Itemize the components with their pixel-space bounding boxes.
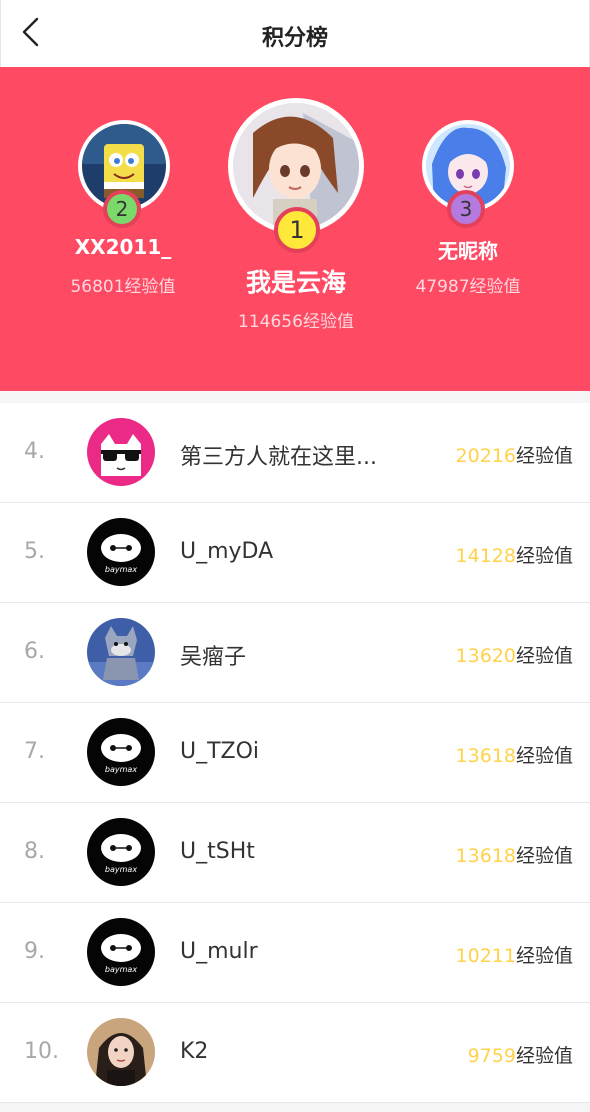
list-item[interactable]: 10. K2 9759经验值 [0,1003,590,1103]
baymax-avatar: baymax [87,818,155,886]
list-item[interactable]: 7. baymax U_TZOi 13618经验值 [0,703,590,803]
user-name: K2 [180,1039,209,1064]
svg-text:baymax: baymax [105,865,137,874]
list-item[interactable]: 5. baymax U_myDA 14128经验值 [0,503,590,603]
score-number: 10211 [455,945,516,967]
score-value: 10211经验值 [456,941,573,968]
score-unit: 经验值 [515,545,573,567]
svg-text:baymax: baymax [105,965,137,974]
rank-badge-2: 2 [103,190,141,228]
score-unit: 经验值 [515,645,573,667]
score-value: 9759经验值 [468,1041,573,1068]
page-title: 积分榜 [261,26,328,51]
rank-number: 8. [24,839,45,864]
score-value: 14128经验值 [456,541,573,568]
score-unit: 经验值 [515,945,573,967]
podium-score-3: 47987经验值 [415,277,521,297]
score-number: 20216 [455,445,516,467]
list-item[interactable]: 8. baymax U_tSHt 13618经验值 [0,803,590,903]
score-unit: 经验值 [515,845,573,867]
score-number: 13618 [455,845,516,867]
svg-text:baymax: baymax [105,765,137,774]
portrait-avatar [87,1018,155,1086]
rank-number: 1 [289,216,305,244]
rank-badge-3: 3 [447,190,485,228]
podium-name-2: XX2011_ [74,235,172,259]
list-item[interactable]: 6. 吴瘤子 13620经验值 [0,603,590,703]
rank-number: 9. [24,939,45,964]
baymax-avatar: baymax [87,718,155,786]
podium-name-1: 我是云海 [245,268,346,297]
user-name: U_TZOi [180,739,260,764]
list-item[interactable]: 9. baymax U_mulr 10211经验值 [0,903,590,1003]
user-name: U_mulr [180,939,258,964]
baymax-avatar: baymax [87,518,155,586]
score-value: 13620经验值 [456,641,573,668]
top-nav-bar: 积分榜 [0,0,590,67]
user-name: U_tSHt [180,839,255,864]
user-name: 第三方人就在这里... [180,445,377,470]
score-unit: 经验值 [515,1045,573,1067]
rank-number: 3 [459,197,473,221]
score-unit: 经验值 [515,745,573,767]
rank-badge-1: 1 [274,207,320,253]
score-value: 13618经验值 [456,841,573,868]
score-value: 13618经验值 [456,741,573,768]
rank-number: 2 [115,197,129,221]
svg-text:baymax: baymax [105,565,137,574]
rank-number: 6. [24,639,45,664]
podium-score-1: 114656经验值 [238,312,354,332]
score-number: 9759 [467,1045,516,1067]
user-name: U_myDA [180,539,274,564]
list-item[interactable]: 4. 第三方人就在这里... 20216经验值 [0,403,590,503]
baymax-avatar: baymax [87,918,155,986]
ranking-list: 4. 第三方人就在这里... 20216经验值 5. baymax U_myDA… [0,403,590,1103]
rank-number: 4. [24,439,45,464]
rank-number: 5. [24,539,45,564]
rank-number: 10. [24,1039,59,1064]
podium-score-2: 56801经验值 [70,277,176,297]
podium-name-3: 无昵称 [438,239,498,263]
tom-cat-avatar [87,618,155,686]
score-number: 13620 [455,645,516,667]
score-unit: 经验值 [515,445,573,467]
rank-number: 7. [24,739,45,764]
score-number: 14128 [455,545,516,567]
score-value: 20216经验值 [456,441,573,468]
user-name: 吴瘤子 [180,645,247,670]
cat-sunglasses-avatar [87,418,155,486]
score-number: 13618 [455,745,516,767]
top-three-podium: 2 XX2011_ 56801经验值 1 我是云海 114656经验值 3 无昵… [0,67,590,391]
